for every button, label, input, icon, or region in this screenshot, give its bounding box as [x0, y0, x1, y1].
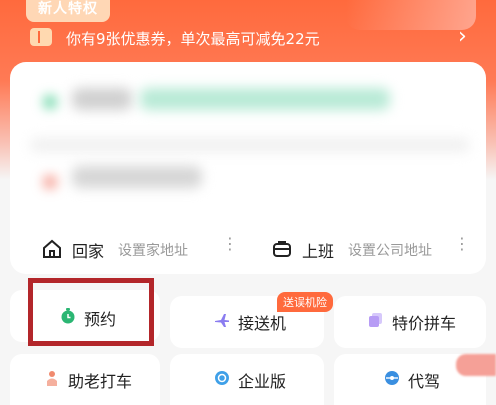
home-title: 回家 [72, 242, 105, 261]
newcomer-badge: 新人特权 [26, 0, 110, 22]
elder-icon [47, 371, 57, 386]
service-enterprise[interactable]: 企业版 [170, 354, 324, 405]
briefcase-icon [273, 241, 291, 257]
service-elder-taxi[interactable]: 助老打车 [10, 354, 160, 405]
chevron-right-icon[interactable]: › [458, 24, 467, 49]
service-label: 接送机 [238, 314, 287, 333]
blurred-text [72, 166, 202, 188]
blurred-dot [44, 176, 56, 188]
service-label: 代驾 [408, 372, 441, 391]
home-icon [43, 239, 61, 258]
service-label: 助老打车 [68, 372, 133, 391]
blurred-text [140, 88, 390, 110]
blurred-text [72, 88, 132, 110]
more-icon[interactable]: ⋮ [222, 236, 238, 252]
home-shortcut[interactable]: 回家 设置家地址 ⋮ [0, 232, 240, 272]
service-label: 特价拼车 [392, 314, 457, 333]
work-title: 上班 [302, 242, 335, 261]
enterprise-icon [215, 371, 229, 385]
coupon-icon [30, 28, 52, 46]
floating-widget[interactable] [456, 354, 496, 376]
blurred-dot [44, 96, 56, 108]
carpool-icon [369, 313, 382, 327]
work-shortcut[interactable]: 上班 设置公司地址 ⋮ [248, 232, 488, 272]
address-shortcuts: 回家 设置家地址 ⋮ 上班 设置公司地址 ⋮ [0, 232, 496, 272]
work-subtitle: 设置公司地址 [348, 243, 432, 259]
plane-icon [215, 314, 229, 327]
home-subtitle: 设置家地址 [118, 243, 188, 259]
service-carpool[interactable]: 特价拼车 [334, 296, 486, 348]
highlight-box [28, 278, 154, 346]
steering-icon [385, 371, 399, 385]
coupon-bar[interactable]: 你有9张优惠券，单次最高可减免22元 › [0, 22, 496, 54]
more-icon[interactable]: ⋮ [454, 236, 470, 252]
coupon-text: 你有9张优惠券，单次最高可减免22元 [66, 30, 320, 48]
service-label: 企业版 [238, 372, 287, 391]
blurred-line [30, 138, 470, 152]
promo-tag: 送误机险 [277, 292, 333, 312]
